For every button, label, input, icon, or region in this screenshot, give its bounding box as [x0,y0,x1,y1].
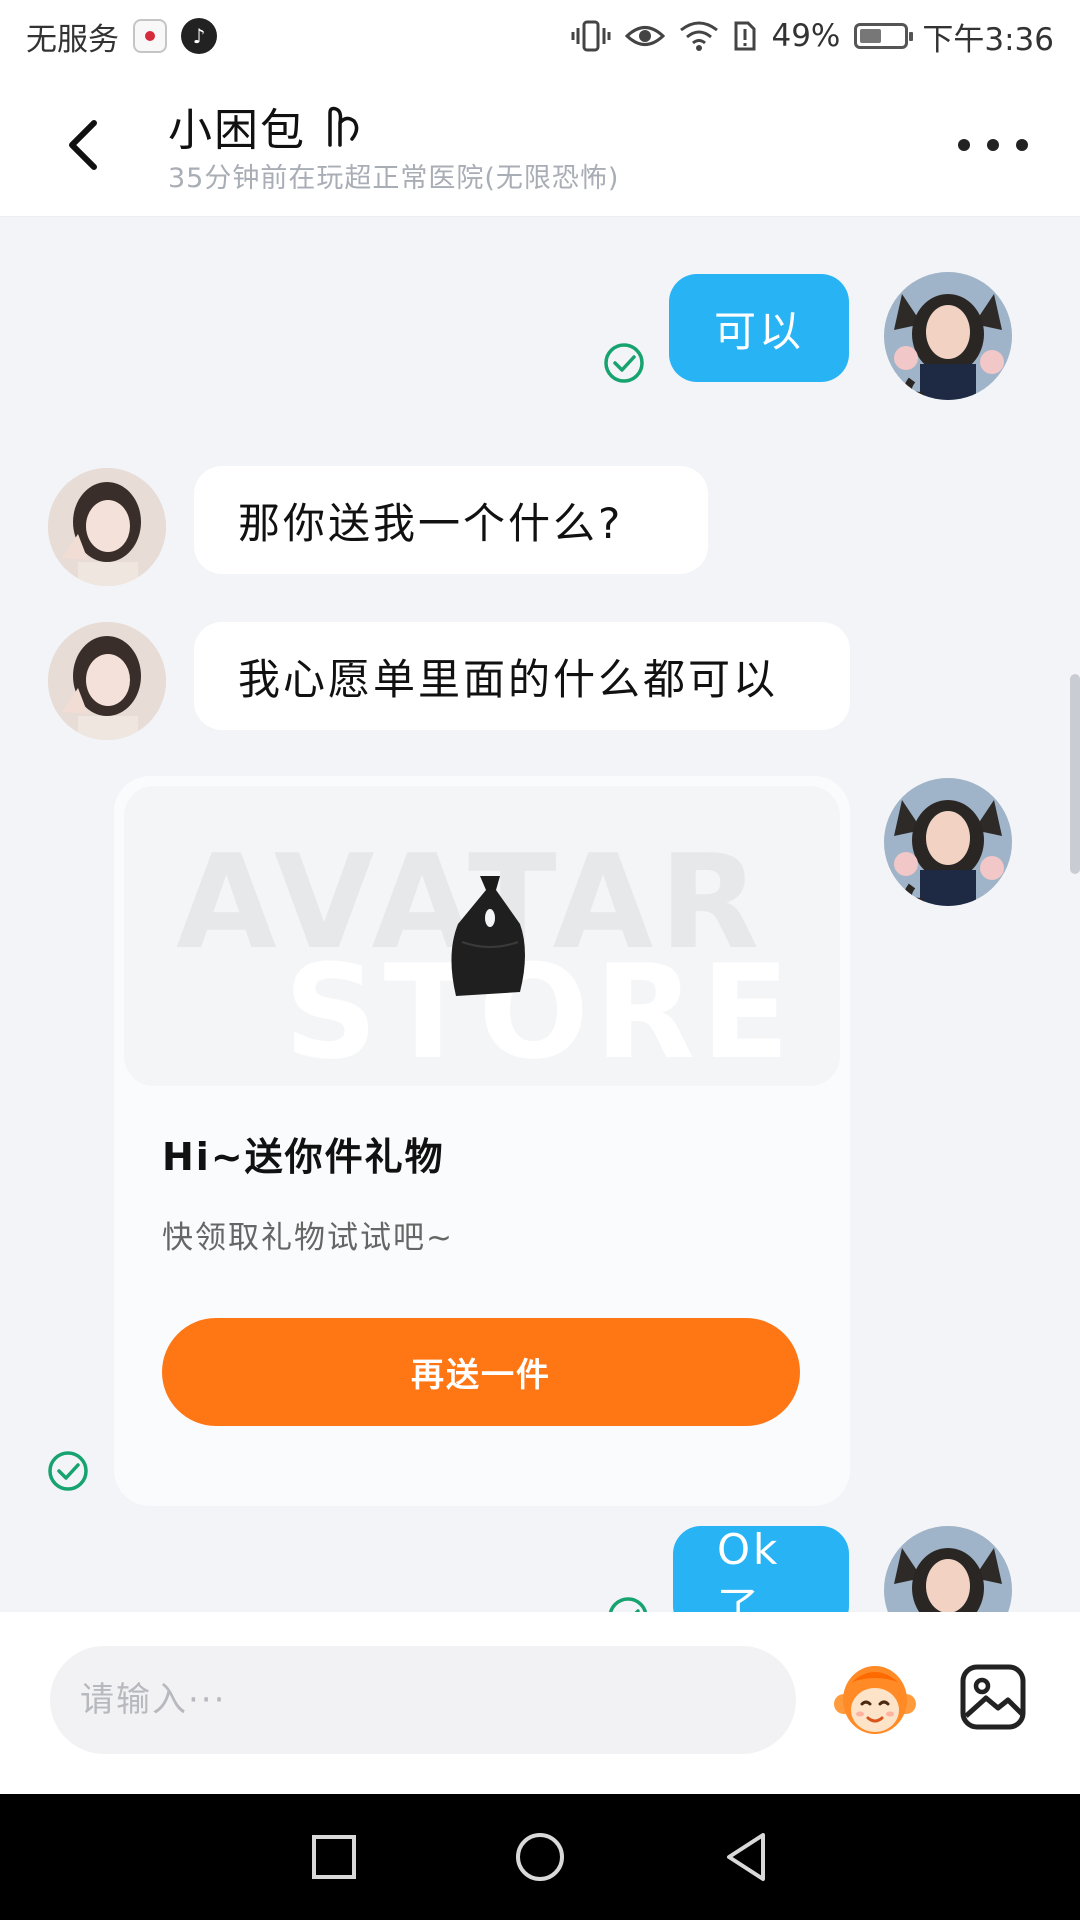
watermark-line-2: STORE [284,936,796,1086]
scrollbar[interactable] [1070,674,1080,874]
my-avatar[interactable] [884,778,1012,906]
cat-ear-girl-avatar-icon [884,272,1012,400]
gift-title: Hi~送你件礼物 [162,1135,445,1179]
contact-status: 35分钟前在玩超正常医院(无限恐怖) [168,163,620,194]
chat-header: 小困包 35分钟前在玩超正常医院(无限恐怖) [0,72,1080,217]
tiktok-icon: ♪ [181,18,217,54]
contact-avatar[interactable] [48,468,166,586]
clock: 下午3:36 [922,21,1054,58]
square-icon [312,1835,356,1879]
carrier-label: 无服务 [26,21,119,58]
read-check-icon [608,1597,648,1612]
alert-sim-icon [733,20,757,52]
read-check-icon [48,1451,88,1491]
message-text: 那你送我一个什么? [238,498,624,548]
back-button[interactable] [52,110,112,180]
status-bar-right: 49% 下午3:36 [571,14,1054,59]
back-nav-button[interactable] [718,1829,774,1885]
heart-doodle-icon [328,106,359,147]
recents-button[interactable] [306,1829,362,1885]
contact-photo-icon [48,622,166,740]
outgoing-message-bubble[interactable]: 可以 [669,274,849,382]
contact-avatar[interactable] [48,622,166,740]
cat-ear-girl-avatar-icon [884,778,1012,906]
gift-preview: AVATAR STORE [124,786,840,1086]
my-avatar[interactable] [884,272,1012,400]
message-text: 我心愿单里面的什么都可以 [238,654,779,704]
send-another-gift-button[interactable]: 再送一件 [162,1318,800,1426]
circle-icon [516,1833,564,1881]
contact-photo-icon [48,468,166,586]
monkey-emoji-icon [834,1666,916,1734]
chevron-left-icon [69,120,97,170]
message-text: 可以 [713,306,804,356]
triangle-back-icon [727,1833,765,1881]
eye-icon [625,21,666,51]
status-bar: 无服务 ♪ 49% 下午3:36 [0,0,1080,72]
input-bar [0,1612,1080,1794]
incoming-message-bubble[interactable]: 那你送我一个什么? [194,466,708,574]
dot-icon [987,139,999,151]
battery-icon [854,23,914,49]
outgoing-message-bubble[interactable]: Ok了 [673,1525,849,1612]
gift-subtitle: 快领取礼物试试吧~ [162,1220,454,1256]
wifi-icon [679,20,719,52]
contact-name[interactable]: 小困包 [168,94,366,158]
message-text: Ok了 [717,1525,781,1612]
dot-icon [958,139,970,151]
gift-card[interactable]: AVATAR STORE Hi~送你件礼物 快领取礼物试试吧~ 再送一件 [114,776,850,1506]
read-check-icon [604,343,644,383]
status-bar-left: 无服务 ♪ [26,14,217,59]
screen-record-icon [133,19,167,53]
image-picker-button[interactable] [958,1662,1028,1732]
vibrate-icon [571,19,611,53]
halter-top-icon [451,876,525,996]
message-input[interactable] [50,1646,796,1754]
emoji-button[interactable] [832,1658,918,1744]
image-icon [960,1664,1026,1730]
my-avatar[interactable] [884,1526,1012,1612]
message-list[interactable]: 可以 那你送我一个什么? 我心愿单里面的什么都可以 AVATAR STORE H… [0,216,1080,1612]
more-options-button[interactable] [958,130,1028,160]
contact-name-text: 小困包 [168,105,306,156]
home-button[interactable] [512,1829,568,1885]
dot-icon [1016,139,1028,151]
system-nav-bar [0,1794,1080,1920]
battery-percent: 49% [771,18,841,54]
cat-ear-girl-avatar-icon [884,1526,1012,1612]
incoming-message-bubble[interactable]: 我心愿单里面的什么都可以 [194,622,850,730]
